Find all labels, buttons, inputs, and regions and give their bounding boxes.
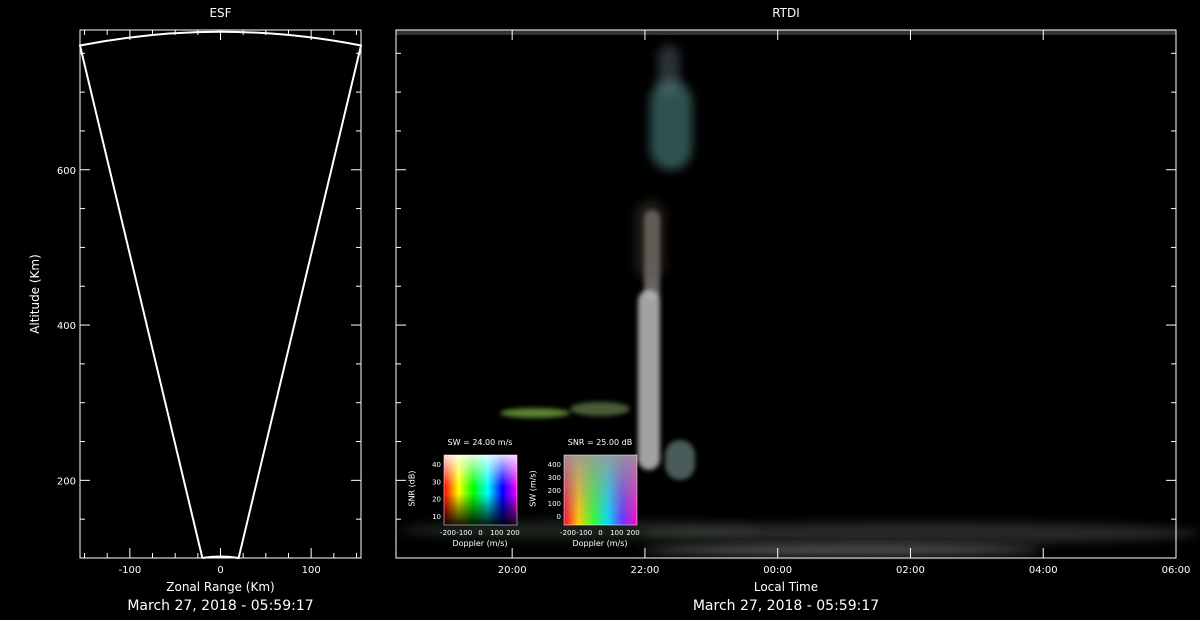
cb1-xtick-label: 100 — [490, 529, 503, 537]
rtdi-plume-halo — [635, 200, 665, 280]
rtdi-xtick-label: 00:00 — [763, 565, 792, 576]
cb1-xtick-label: 0 — [478, 529, 482, 537]
esf-xtick-label: 100 — [302, 565, 321, 576]
rtdi-top-noise — [396, 30, 1176, 35]
esf-fan-outline — [78, 30, 363, 560]
cb2-ytick-label: 200 — [548, 487, 561, 495]
cb1-xlabel: Doppler (m/s) — [452, 539, 508, 548]
cb1-ylabel: SNR (dB) — [407, 470, 417, 507]
cb2-ytick-label: 400 — [548, 461, 561, 469]
cb2-xtick-label: 200 — [626, 529, 639, 537]
rtdi-xtick-label: 06:00 — [1162, 565, 1191, 576]
cb2-ytick-label: 300 — [548, 474, 561, 482]
rtdi-xtick-label: 02:00 — [896, 565, 925, 576]
cb2-xtick-label: 0 — [598, 529, 602, 537]
esf-ytick-label: 400 — [57, 321, 76, 332]
esf-ytick-label: 200 — [57, 476, 76, 487]
cb2-xtick-label: -100 — [576, 529, 592, 537]
cb2-title: SNR = 25.00 dB — [567, 438, 633, 447]
rtdi-xtick-label: 20:00 — [498, 565, 527, 576]
rtdi-xlabel: Local Time — [753, 580, 819, 594]
cb1-ytick-label: 10 — [432, 513, 441, 521]
cb1-xtick-label: -200 — [440, 529, 456, 537]
cb1-shade — [444, 455, 517, 525]
cb2-shade — [564, 455, 637, 525]
rtdi-plume-cap — [658, 45, 680, 95]
esf-plot: 200 400 600 -100 0 100 — [57, 29, 363, 576]
rtdi-date: March 27, 2018 - 05:59:17 — [692, 598, 880, 614]
cb1-ytick-label: 20 — [432, 496, 441, 504]
cb1-title: SW = 24.00 m/s — [447, 438, 513, 447]
rtdi-plot: 20:00 22:00 00:00 02:00 04:00 06:00-200 -100 0 1… — [395, 29, 1200, 576]
rtdi-xtick-label: 22:00 — [631, 565, 660, 576]
cb2-ytick-label: 100 — [548, 500, 561, 508]
rtdi-arm-join — [570, 402, 630, 416]
esf-date: March 27, 2018 - 05:59:17 — [127, 598, 314, 614]
cb1-xtick-label: -100 — [456, 529, 472, 537]
esf-xtick-label: 0 — [217, 565, 223, 576]
esf-ylabel: Altitude (Km) — [28, 254, 42, 334]
rtdi-lower-layer — [642, 545, 1042, 555]
cb1-xtick-label: 200 — [506, 529, 519, 537]
rtdi-plume-foot — [665, 440, 695, 480]
rtdi-bottomside-arm — [500, 408, 570, 418]
cb2-xtick-label: -200 — [560, 529, 576, 537]
cb1-ytick-label: 40 — [432, 461, 441, 469]
cb2-xtick-label: 100 — [610, 529, 623, 537]
esf-ytick-label: 600 — [57, 166, 76, 177]
esf-xtick-label: -100 — [119, 565, 142, 576]
cb2-xlabel: Doppler (m/s) — [572, 539, 628, 548]
rtdi-xtick-label: 04:00 — [1029, 565, 1058, 576]
esf-xlabel: Zonal Range (Km) — [166, 580, 275, 594]
cb2-ylabel: SW (m/s) — [528, 470, 538, 507]
cb2-ytick-label: 0 — [557, 513, 561, 521]
esf-frame — [79, 29, 362, 559]
cb1-ytick-label: 30 — [432, 478, 441, 486]
